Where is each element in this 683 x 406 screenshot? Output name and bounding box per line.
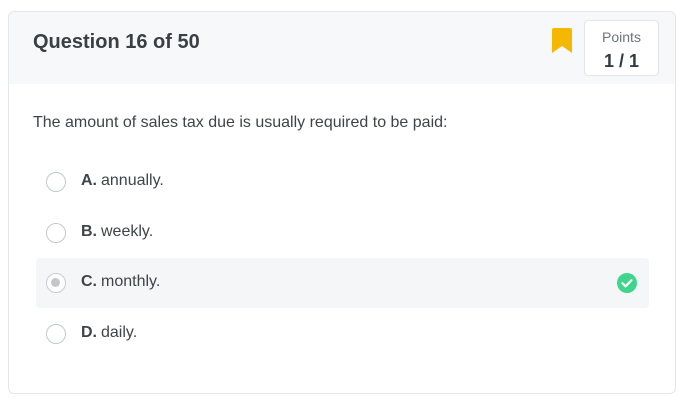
option-letter: B. xyxy=(81,223,97,240)
option-b[interactable]: B. weekly. xyxy=(36,208,649,258)
option-c[interactable]: C. monthly. xyxy=(36,258,649,308)
question-text: The amount of sales tax due is usually r… xyxy=(33,114,448,131)
radio-button-selected[interactable] xyxy=(46,273,66,293)
bookmark-icon[interactable] xyxy=(552,28,572,53)
radio-button[interactable] xyxy=(46,223,66,243)
question-card: Question 16 of 50 Points 1 / 1 The amoun… xyxy=(8,11,676,394)
option-a[interactable]: A. annually. xyxy=(36,157,649,207)
radio-button[interactable] xyxy=(46,324,66,344)
option-letter: C. xyxy=(81,273,97,290)
option-text: weekly. xyxy=(101,223,154,240)
option-letter: A. xyxy=(81,172,97,189)
question-title: Question 16 of 50 xyxy=(33,31,200,53)
option-text: annually. xyxy=(101,172,164,189)
points-label: Points xyxy=(602,29,641,45)
question-header: Question 16 of 50 Points 1 / 1 xyxy=(9,12,675,84)
option-text: daily. xyxy=(101,324,138,341)
check-circle-icon xyxy=(617,273,637,293)
option-d[interactable]: D. daily. xyxy=(36,309,649,359)
radio-button[interactable] xyxy=(46,172,66,192)
points-value: 1 / 1 xyxy=(603,51,640,71)
points-box: Points 1 / 1 xyxy=(584,20,659,76)
option-text: monthly. xyxy=(101,273,161,290)
option-letter: D. xyxy=(81,324,97,341)
